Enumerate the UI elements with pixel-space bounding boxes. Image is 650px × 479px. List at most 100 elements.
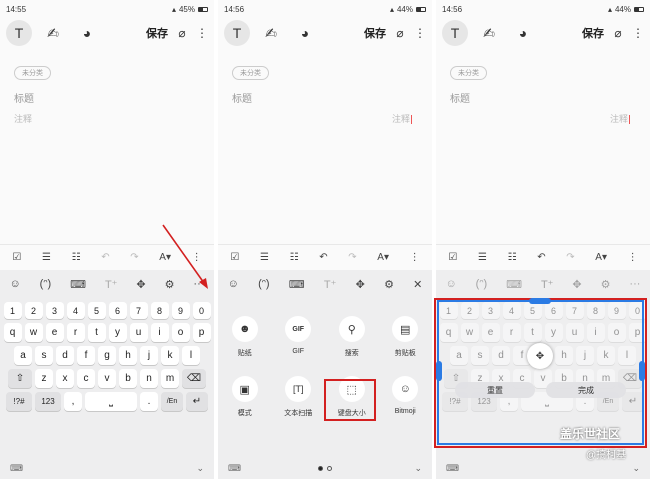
settings-gear-icon[interactable]: ⚙ xyxy=(165,278,175,291)
settings-gear-icon[interactable]: ⚙ xyxy=(384,278,394,291)
resize-handle-right[interactable] xyxy=(639,361,645,381)
move-keyboard-handle-icon[interactable]: ✥ xyxy=(527,343,553,369)
key[interactable]: t xyxy=(87,323,106,342)
category-chip[interactable]: 未分类 xyxy=(232,66,269,80)
key[interactable]: 0 xyxy=(192,302,211,319)
key[interactable]: d xyxy=(56,346,74,365)
category-chip[interactable]: 未分类 xyxy=(450,66,487,80)
keyboard-icon[interactable]: ⌨ xyxy=(289,278,305,291)
key[interactable]: 8 xyxy=(150,302,169,319)
handwriting-icon[interactable]: ✍ xyxy=(40,20,66,46)
key[interactable]: x xyxy=(56,369,74,388)
more-vert-icon[interactable]: ⋮ xyxy=(414,26,426,40)
key[interactable]: k xyxy=(161,346,179,365)
redo-icon[interactable]: ↷ xyxy=(130,252,138,263)
key[interactable]: n xyxy=(140,369,158,388)
key[interactable]: 9 xyxy=(171,302,190,319)
option-text-scan[interactable]: [T] 文本扫描 xyxy=(272,376,326,418)
enter-key-icon[interactable]: ↵ xyxy=(186,392,208,411)
key[interactable]: 6 xyxy=(108,302,127,319)
key[interactable]: 5 xyxy=(87,302,106,319)
language-key[interactable]: /En xyxy=(161,392,183,411)
text-mode-icon[interactable]: T xyxy=(6,20,32,46)
chevron-down-icon[interactable]: ⌄ xyxy=(196,463,204,474)
keyboard-switch-icon[interactable]: ⌨ xyxy=(228,463,241,474)
title-field[interactable]: 标题 xyxy=(232,90,418,105)
comma-key[interactable]: , xyxy=(64,392,82,411)
key[interactable]: q xyxy=(3,323,22,342)
emoji-icon[interactable]: ☺ xyxy=(228,278,239,290)
more-vert-icon[interactable]: ⋮ xyxy=(196,26,208,40)
numbers-key[interactable]: 123 xyxy=(35,392,61,411)
font-size-button[interactable]: A▾ xyxy=(377,252,389,263)
kaomoji-icon[interactable]: (ᵔ) xyxy=(40,278,51,290)
symbols-key[interactable]: !?# xyxy=(6,392,32,411)
save-button[interactable]: 保存 xyxy=(146,25,168,41)
key[interactable]: f xyxy=(77,346,95,365)
key[interactable]: g xyxy=(98,346,116,365)
key[interactable]: m xyxy=(161,369,179,388)
redo-icon[interactable]: ↷ xyxy=(348,252,356,263)
emoji-icon[interactable]: ☺ xyxy=(9,278,20,290)
keyboard-resize-frame[interactable] xyxy=(437,300,644,445)
key[interactable]: 2 xyxy=(24,302,43,319)
keyboard-icon[interactable]: ⌨ xyxy=(70,278,86,291)
checkbox-icon[interactable]: ☑ xyxy=(448,252,457,263)
period-key[interactable]: . xyxy=(140,392,158,411)
key[interactable]: i xyxy=(150,323,169,342)
save-button[interactable]: 保存 xyxy=(582,25,604,41)
more-vert-icon[interactable]: ⋮ xyxy=(628,252,638,263)
text-mode-icon[interactable]: T xyxy=(442,20,468,46)
text-mode-icon[interactable]: T xyxy=(224,20,250,46)
handwriting-icon[interactable]: ✍ xyxy=(258,20,284,46)
key[interactable]: a xyxy=(14,346,32,365)
space-key[interactable]: ⎵ xyxy=(85,392,137,411)
text-style-icon[interactable]: T⁺ xyxy=(105,278,118,291)
option-bitmoji[interactable]: ☺ Bitmoji xyxy=(379,376,433,418)
more-options-icon[interactable]: ··· xyxy=(193,278,204,290)
title-field[interactable]: 标题 xyxy=(450,90,636,105)
key[interactable]: u xyxy=(129,323,148,342)
option-search[interactable]: ⚲ 搜索 xyxy=(325,316,379,358)
attach-icon[interactable]: ⌀ xyxy=(612,26,624,40)
palette-icon[interactable]: ◕ xyxy=(510,20,536,46)
more-vert-icon[interactable]: ⋮ xyxy=(632,26,644,40)
bullet-list-icon[interactable]: ☰ xyxy=(260,252,269,263)
kaomoji-icon[interactable]: (ᵔ) xyxy=(258,278,269,290)
more-vert-icon[interactable]: ⋮ xyxy=(410,252,420,263)
key[interactable]: w xyxy=(24,323,43,342)
attach-icon[interactable]: ⌀ xyxy=(176,26,188,40)
key[interactable]: 7 xyxy=(129,302,148,319)
key[interactable]: o xyxy=(171,323,190,342)
numbered-list-icon[interactable]: ☷ xyxy=(508,252,517,263)
note-area[interactable]: 未分类 标题 注释 xyxy=(436,48,650,238)
bullet-list-icon[interactable]: ☰ xyxy=(478,252,487,263)
key[interactable]: h xyxy=(119,346,137,365)
option-mode[interactable]: ▣ 模式 xyxy=(218,376,272,418)
palette-icon[interactable]: ◕ xyxy=(74,20,100,46)
bullet-list-icon[interactable]: ☰ xyxy=(42,252,51,263)
option-clipboard[interactable]: ▤ 剪贴板 xyxy=(379,316,433,358)
key[interactable]: z xyxy=(35,369,53,388)
done-button[interactable]: 完成 xyxy=(546,382,626,398)
key[interactable]: e xyxy=(45,323,64,342)
key[interactable]: r xyxy=(66,323,85,342)
undo-icon[interactable]: ↶ xyxy=(319,252,327,263)
backspace-key-icon[interactable]: ⌫ xyxy=(182,369,206,388)
numbered-list-icon[interactable]: ☷ xyxy=(290,252,299,263)
handwriting-icon[interactable]: ✍ xyxy=(476,20,502,46)
body-field[interactable]: 注释 xyxy=(14,112,200,125)
key[interactable]: v xyxy=(98,369,116,388)
close-icon[interactable]: ✕ xyxy=(413,278,422,291)
key[interactable]: j xyxy=(140,346,158,365)
key[interactable]: y xyxy=(108,323,127,342)
chevron-down-icon[interactable]: ⌄ xyxy=(414,463,422,474)
numbered-list-icon[interactable]: ☷ xyxy=(72,252,81,263)
save-button[interactable]: 保存 xyxy=(364,25,386,41)
option-gif[interactable]: GIF GIF xyxy=(272,316,326,358)
title-field[interactable]: 标题 xyxy=(14,90,200,105)
key[interactable]: l xyxy=(182,346,200,365)
font-size-button[interactable]: A▾ xyxy=(159,252,171,263)
note-area[interactable]: 未分类 标题 注释 xyxy=(218,48,432,238)
key[interactable]: c xyxy=(77,369,95,388)
